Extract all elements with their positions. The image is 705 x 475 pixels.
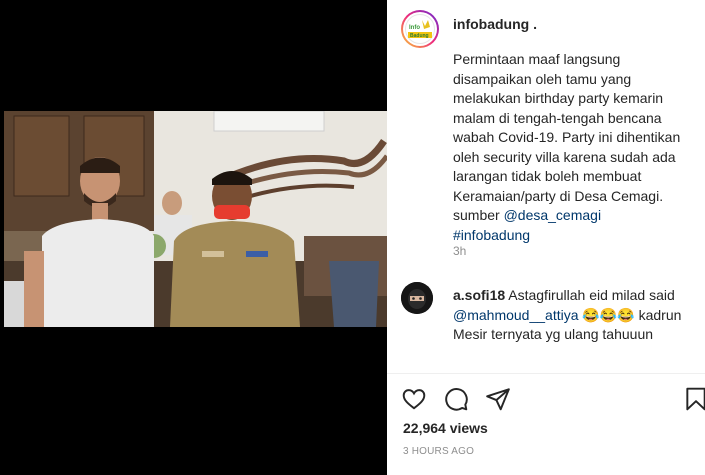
author-avatar[interactable]: Info Badung — [401, 10, 439, 48]
caption-hashtag[interactable]: #infobadung — [453, 227, 530, 243]
svg-text:Badung: Badung — [410, 33, 429, 39]
post-caption: Permintaan maaf langsung disampaikan ole… — [453, 50, 701, 245]
media-pane — [0, 0, 387, 475]
post-video[interactable] — [4, 111, 387, 327]
video-frame-image — [4, 111, 387, 327]
comment-mention[interactable]: @mahmoud__attiya — [453, 307, 579, 323]
author-username[interactable]: infobadung . — [453, 16, 537, 32]
svg-text:Info: Info — [409, 25, 420, 31]
actions-divider — [387, 373, 705, 374]
post-timestamp[interactable]: 3 HOURS AGO — [403, 446, 474, 457]
heart-icon — [402, 389, 426, 410]
caption-text: Permintaan maaf langsung disampaikan ole… — [453, 51, 681, 223]
save-button[interactable] — [683, 386, 705, 414]
comment-emojis: 😂😂😂 — [578, 306, 635, 323]
bookmark-icon — [686, 387, 705, 411]
share-icon — [486, 388, 510, 411]
caption-timestamp: 3h — [453, 244, 467, 258]
share-button[interactable] — [485, 386, 513, 414]
caption-mention[interactable]: @desa_cemagi — [504, 207, 602, 223]
commenter-avatar[interactable] — [401, 282, 433, 314]
comment-icon — [445, 388, 468, 411]
commenter-avatar-image — [401, 282, 433, 314]
infobadung-logo-icon: Info Badung — [408, 20, 432, 39]
post-details-panel: Info Badung infobadung . Permintaan maaf… — [387, 0, 705, 475]
view-count[interactable]: 22,964 views — [403, 420, 488, 436]
action-bar — [401, 386, 705, 414]
comment-button[interactable] — [443, 386, 471, 414]
like-button[interactable] — [401, 386, 429, 414]
comment: a.sofi18 Astagfirullah eid milad said @m… — [453, 286, 698, 345]
comment-text-start: Astagfirullah eid milad said — [505, 287, 675, 303]
comment-username[interactable]: a.sofi18 — [453, 287, 505, 303]
